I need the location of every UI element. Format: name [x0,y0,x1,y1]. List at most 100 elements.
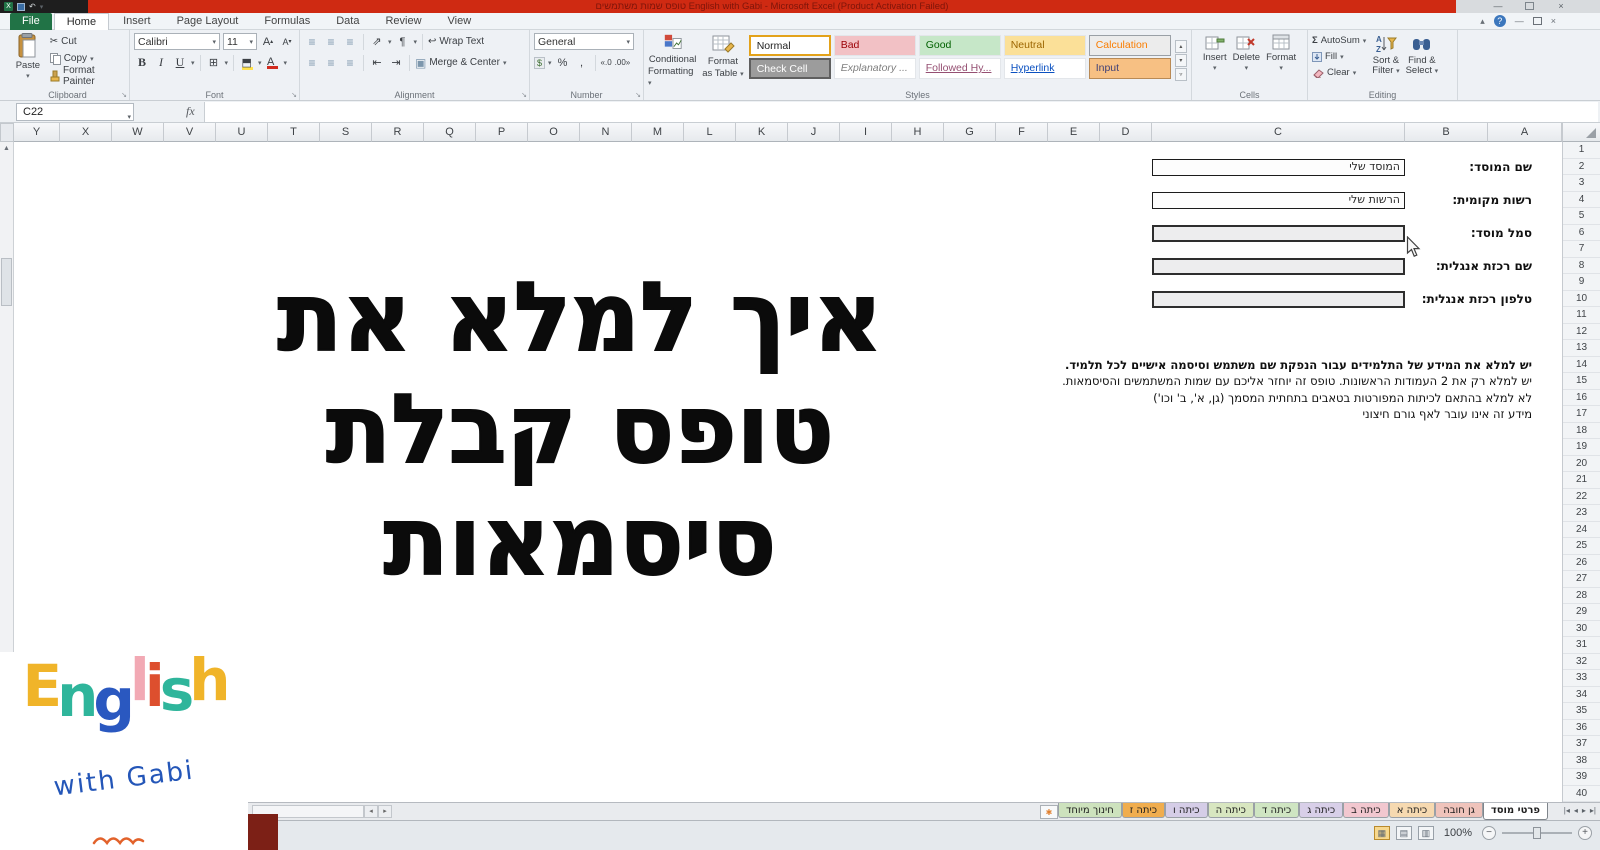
align-center-icon[interactable]: ≡ [323,55,339,71]
increase-indent-icon[interactable]: ⇥ [388,55,404,71]
minimize-button[interactable]: — [1487,1,1509,12]
column-header-K[interactable]: K [736,123,788,142]
form-input-box-5[interactable] [1152,291,1405,308]
font-color-icon[interactable]: A [265,55,281,71]
style-chip-calculation[interactable]: Calculation [1089,35,1171,56]
scroll-up-icon[interactable]: ▲ [0,142,13,155]
font-dialog-launcher[interactable]: ↘ [291,91,297,99]
increase-decimal-icon[interactable]: «.0 [601,58,612,67]
help-icon[interactable]: ? [1494,15,1506,27]
row-header-23[interactable]: 23 [1563,505,1600,522]
column-header-V[interactable]: V [164,123,216,142]
row-header-3[interactable]: 3 [1563,175,1600,192]
row-header-35[interactable]: 35 [1563,703,1600,720]
fill-button[interactable]: Fill▾ [1312,49,1366,64]
font-size-select[interactable]: 11▾ [223,33,257,50]
sheet-tab-כיתה ו[interactable]: כיתה ו [1165,803,1208,818]
style-chip-neutral[interactable]: Neutral [1004,35,1086,56]
cut-button[interactable]: ✂Cut [50,33,125,50]
row-header-5[interactable]: 5 [1563,208,1600,225]
row-header-24[interactable]: 24 [1563,522,1600,539]
row-header-18[interactable]: 18 [1563,423,1600,440]
row-header-6[interactable]: 6 [1563,225,1600,242]
gallery-up-icon[interactable]: ▴ [1175,40,1187,53]
scroll-left-icon[interactable]: ◂ [364,805,378,818]
conditional-formatting-button[interactable]: Conditional Formatting ▾ [648,33,697,88]
row-header-33[interactable]: 33 [1563,670,1600,687]
shrink-font-icon[interactable]: A▾ [279,34,295,50]
ribbon-tab-data[interactable]: Data [324,13,371,30]
number-format-select[interactable]: General▾ [534,33,634,50]
style-chip-bad[interactable]: Bad [834,35,916,56]
column-header-F[interactable]: F [996,123,1048,142]
underline-icon[interactable]: U [172,55,188,71]
workbook-restore-icon[interactable] [1533,17,1542,25]
zoom-slider-thumb[interactable] [1533,827,1541,839]
row-header-1[interactable]: 1 [1563,142,1600,159]
clear-button[interactable]: Clear▾ [1312,65,1366,80]
row-header-32[interactable]: 32 [1563,654,1600,671]
column-header-R[interactable]: R [372,123,424,142]
row-header-30[interactable]: 30 [1563,621,1600,638]
font-family-select[interactable]: Calibri▾ [134,33,220,50]
column-header-G[interactable]: G [944,123,996,142]
next-sheet-icon[interactable]: ▸ [1582,806,1586,815]
decrease-decimal-icon[interactable]: .00» [615,58,631,67]
autosum-button[interactable]: ΣAutoSum▾ [1312,33,1366,48]
format-cells-button[interactable]: Format▾ [1266,33,1296,88]
row-header-28[interactable]: 28 [1563,588,1600,605]
column-header-Y[interactable]: Y [14,123,60,142]
first-sheet-icon[interactable]: |◂ [1564,806,1570,815]
comma-icon[interactable]: , [574,55,590,71]
row-header-13[interactable]: 13 [1563,340,1600,357]
delete-cells-button[interactable]: Delete▾ [1233,33,1260,88]
column-header-S[interactable]: S [320,123,372,142]
row-header-14[interactable]: 14 [1563,357,1600,374]
vertical-scroll-thumb[interactable] [1,258,12,306]
ribbon-tab-home[interactable]: Home [54,13,109,30]
column-header-E[interactable]: E [1048,123,1100,142]
column-header-Q[interactable]: Q [424,123,476,142]
gallery-down-icon[interactable]: ▾ [1175,54,1187,67]
form-input-box-4[interactable] [1152,258,1405,275]
column-header-W[interactable]: W [112,123,164,142]
align-bottom-icon[interactable]: ≡ [342,34,358,50]
form-input-box-3[interactable] [1152,225,1405,242]
row-header-19[interactable]: 19 [1563,439,1600,456]
ribbon-tab-review[interactable]: Review [373,13,433,30]
last-sheet-icon[interactable]: ▸| [1590,806,1596,815]
decrease-indent-icon[interactable]: ⇤ [369,55,385,71]
row-header-15[interactable]: 15 [1563,373,1600,390]
zoom-in-button[interactable]: + [1578,826,1592,840]
alignment-dialog-launcher[interactable]: ↘ [521,91,527,99]
sheet-tab-חינוך מיוחד[interactable]: חינוך מיוחד [1058,803,1122,818]
style-chip-input[interactable]: Input [1089,58,1171,79]
row-header-9[interactable]: 9 [1563,274,1600,291]
row-header-17[interactable]: 17 [1563,406,1600,423]
workbook-minimize-icon[interactable]: — [1515,16,1524,26]
paste-button[interactable]: Paste▾ [10,33,46,85]
close-button[interactable]: × [1550,1,1572,12]
clipboard-dialog-launcher[interactable]: ↘ [121,91,127,99]
column-header-B[interactable]: B [1405,123,1488,142]
row-header-11[interactable]: 11 [1563,307,1600,324]
sheet-tab-כיתה א[interactable]: כיתה א [1389,803,1436,818]
zoom-slider[interactable] [1502,832,1572,834]
row-header-7[interactable]: 7 [1563,241,1600,258]
orientation-icon[interactable]: ⇗ [369,34,385,50]
format-painter-button[interactable]: Format Painter [50,67,125,84]
ribbon-tab-file[interactable]: File [10,13,52,30]
sheet-tab-כיתה ד[interactable]: כיתה ד [1254,803,1299,818]
gallery-more-icon[interactable]: ▿ [1175,68,1187,81]
prev-sheet-icon[interactable]: ◂ [1574,806,1578,815]
align-right-icon[interactable]: ≡ [342,55,358,71]
bold-icon[interactable]: B [134,55,150,71]
style-chip-explanatory[interactable]: Explanatory ... [834,58,916,79]
row-header-27[interactable]: 27 [1563,571,1600,588]
form-input-box-2[interactable]: הרשות שלי [1152,192,1405,209]
row-header-16[interactable]: 16 [1563,390,1600,407]
column-header-M[interactable]: M [632,123,684,142]
workbook-close-icon[interactable]: × [1551,16,1556,26]
style-chip-followed[interactable]: Followed Hy... [919,58,1001,79]
sheet-tab-כיתה ה[interactable]: כיתה ה [1208,803,1254,818]
